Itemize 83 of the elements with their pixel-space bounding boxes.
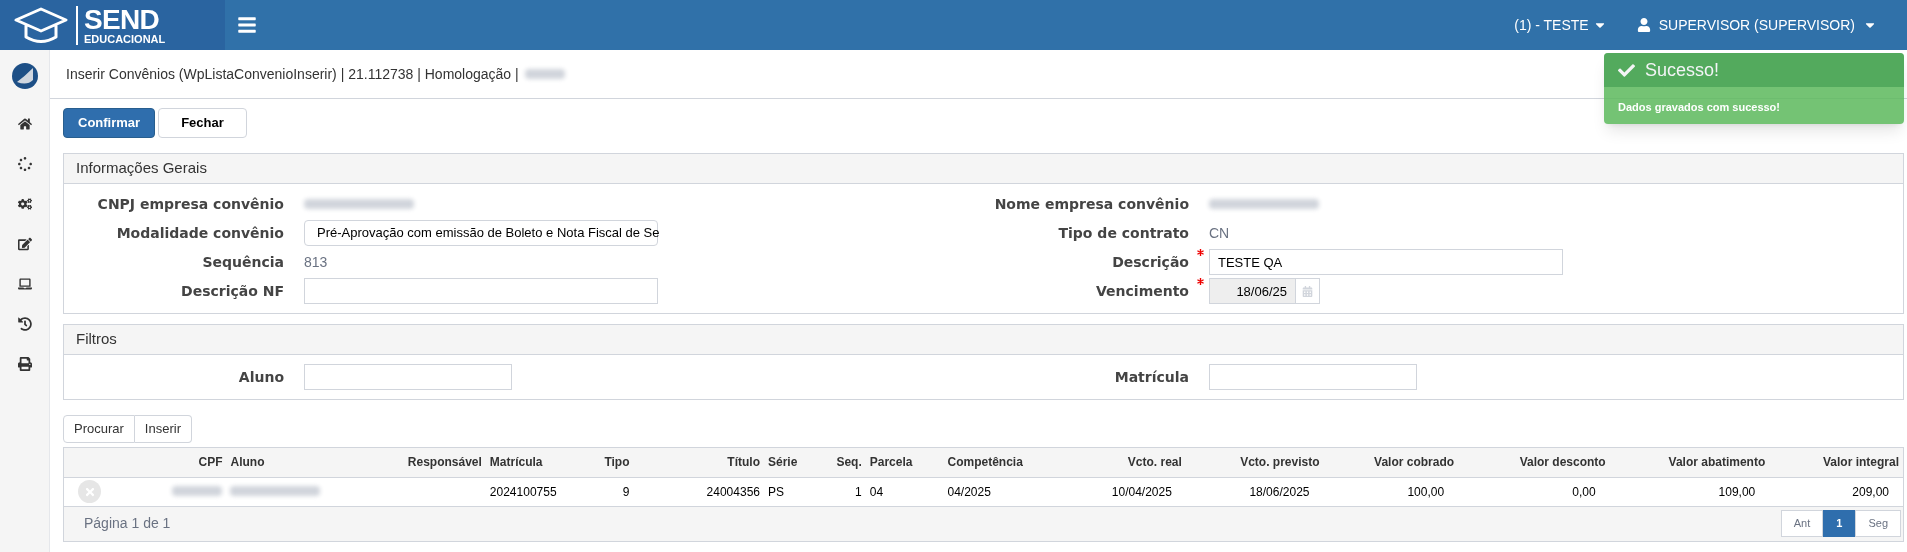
field-label: Vencimento [1096, 281, 1189, 301]
close-icon [83, 485, 96, 498]
page-link[interactable]: 1 [1823, 510, 1856, 537]
search-button[interactable]: Procurar [63, 415, 135, 443]
toast-message: Dados gravados com sucesso! [1618, 101, 1780, 113]
field-label: Matrícula [1114, 367, 1189, 387]
column-header: Aluno [226, 448, 357, 477]
user-icon [1636, 18, 1651, 32]
column-header: Parcela [865, 448, 944, 477]
breadcrumb: Inserir Convênios (WpListaConvenioInserir) | 21.112738 | Homologação | [66, 64, 519, 84]
column-header: CPF [109, 448, 227, 477]
required-asterisk-icon [1197, 278, 1204, 285]
field-label: Tipo de contrato [1058, 223, 1189, 243]
field-label: Descrição NF [181, 281, 284, 301]
logo-subtitle: EDUCACIONAL [84, 33, 166, 45]
field-label: Nome empresa convênio [994, 194, 1189, 214]
field-label: Descrição [1112, 252, 1189, 272]
table-cell: 2024100755 [489, 484, 557, 499]
blurred-value [524, 69, 565, 79]
spinner-icon [17, 157, 32, 171]
table-cell: 04 [869, 484, 884, 499]
column-header: Valor integral [1769, 448, 1903, 477]
input-field[interactable] [1209, 364, 1417, 390]
toast-title: Sucesso! [1645, 58, 1720, 82]
table-cell: 18/06/2025 [1249, 484, 1310, 499]
table-cell: 04/2025 [947, 484, 991, 499]
user-dropdown[interactable]: SUPERVISOR (SUPERVISOR) [1636, 14, 1877, 36]
insert-button[interactable]: Inserir [134, 415, 192, 443]
input-field[interactable] [304, 278, 658, 304]
table-cell: 10/04/2025 [1111, 484, 1172, 499]
laptop-icon [17, 277, 32, 291]
table-cell: PS [768, 484, 784, 499]
page-info: Página 1 de 1 [84, 514, 171, 533]
column-header: Tipo [585, 448, 634, 477]
column-header: Valor cobrado [1323, 448, 1459, 477]
calendar-icon [1302, 285, 1313, 297]
home-icon [17, 117, 32, 131]
history-icon [17, 317, 32, 331]
column-header: Vcto. real [1063, 448, 1186, 477]
unit-dropdown[interactable]: (1) - TESTE [1514, 14, 1607, 36]
column-header: Vcto. previsto [1185, 448, 1324, 477]
select-field[interactable]: Pré-Aprovação com emissão de Boleto e Nota Fiscal de Se [304, 220, 658, 246]
column-header: Seq. [813, 448, 866, 477]
date-field[interactable]: 18/06/25 [1209, 278, 1296, 304]
blurred-value [172, 485, 223, 496]
table-cell: 100,00 [1407, 484, 1445, 499]
panel-title: Filtros [76, 329, 117, 350]
input-field[interactable] [304, 364, 512, 390]
field-value: 813 [304, 254, 328, 270]
field-label: Sequência [202, 252, 284, 272]
table-cell: 0,00 [1572, 484, 1596, 499]
table-cell: 1 [855, 484, 862, 499]
print-icon [17, 357, 32, 371]
column-header: Matrícula [485, 448, 586, 477]
logo-title: SEND [84, 5, 160, 34]
graduation-cap-icon [14, 6, 68, 44]
column-header: Valor desconto [1458, 448, 1610, 477]
confirm-button[interactable]: Confirmar [63, 108, 156, 138]
page-link[interactable]: Seg [1855, 510, 1901, 537]
panel-title: Informações Gerais [76, 158, 207, 179]
menu-icon [237, 15, 257, 35]
column-header: Valor abatimento [1609, 448, 1770, 477]
required-asterisk-icon [1197, 249, 1204, 256]
field-label: Aluno [238, 367, 284, 387]
edit-icon [17, 237, 32, 251]
check-icon [1618, 61, 1635, 79]
app-logo-icon [10, 62, 39, 90]
column-header: Série [764, 448, 814, 477]
column-header: Título [633, 448, 764, 477]
close-button[interactable]: Fechar [158, 108, 247, 138]
column-header: Competência [943, 448, 1064, 477]
table-cell: 24004356 [706, 484, 760, 499]
table-cell: 9 [622, 484, 630, 499]
field-label: CNPJ empresa convênio [97, 194, 284, 214]
field-value: CN [1209, 225, 1230, 241]
menu-button[interactable] [237, 15, 257, 35]
table-cell: 209,00 [1852, 484, 1889, 499]
table-cell: 109,00 [1718, 484, 1756, 499]
input-field[interactable]: TESTE QA [1209, 249, 1563, 275]
field-label: Modalidade convênio [116, 223, 284, 243]
page-link[interactable]: Ant [1780, 510, 1824, 537]
column-header: Responsável [356, 448, 486, 477]
gears-icon [17, 197, 32, 211]
